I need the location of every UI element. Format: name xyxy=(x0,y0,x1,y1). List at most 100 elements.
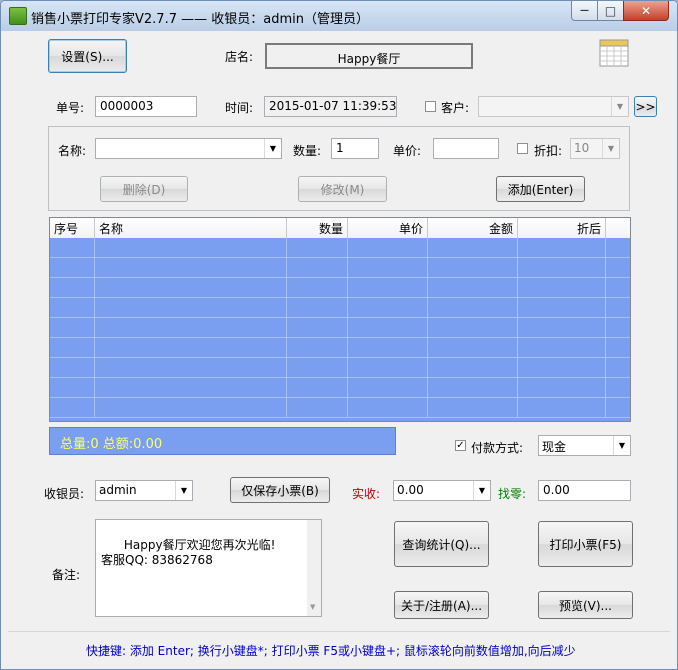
maximize-button[interactable]: □ xyxy=(597,1,624,21)
table-cell xyxy=(518,378,606,398)
table-cell xyxy=(348,378,428,398)
items-table[interactable]: 序号 名称 数量 单价 金额 折后 xyxy=(49,217,631,422)
table-cell xyxy=(348,338,428,358)
table-row[interactable] xyxy=(50,298,630,318)
table-cell xyxy=(428,238,518,258)
column-header[interactable]: 金额 xyxy=(428,218,518,238)
settings-button[interactable]: 设置(S)... xyxy=(48,39,127,73)
change-label: 找零: xyxy=(498,487,527,501)
table-row[interactable] xyxy=(50,358,630,378)
minimize-button[interactable]: — xyxy=(571,1,598,21)
shop-name-field[interactable]: Happy餐厅 xyxy=(265,43,473,69)
shortcut-hints: 快捷键: 添加 Enter; 换行小键盘*; 打印小票 F5或小键盘+; 鼠标滚… xyxy=(86,644,576,658)
add-button[interactable]: 添加(Enter) xyxy=(496,176,585,202)
query-stats-button[interactable]: 查询统计(Q)... xyxy=(394,521,489,567)
table-cell xyxy=(50,398,95,418)
payment-method-value: 现金 xyxy=(542,440,567,454)
table-cell xyxy=(518,398,606,418)
table-cell xyxy=(50,238,95,258)
client-area: 设置(S)... 店名: Happy餐厅 单号: 0000003 时间: 201… xyxy=(8,31,670,662)
chevron-down-icon: ▼ xyxy=(473,481,490,500)
table-cell xyxy=(95,258,287,278)
ticket-no-field[interactable]: 0000003 xyxy=(95,96,197,117)
about-register-button[interactable]: 关于/注册(A)... xyxy=(394,591,489,619)
title-bar[interactable]: 销售小票打印专家V2.7.7 —— 收银员：admin（管理员） — □ ✕ xyxy=(1,1,677,31)
chevron-down-icon: ▼ xyxy=(613,436,630,455)
table-cell xyxy=(95,278,287,298)
table-cell xyxy=(428,398,518,418)
change-field[interactable]: 0.00 xyxy=(538,480,631,501)
chevron-down-icon: ▼ xyxy=(264,139,281,158)
received-select[interactable]: 0.00 ▼ xyxy=(393,480,491,501)
item-name-select[interactable]: ▼ xyxy=(95,138,282,159)
time-field[interactable]: 2015-01-07 11:39:53 xyxy=(264,96,397,117)
column-header[interactable]: 折后 xyxy=(518,218,606,238)
totals-bar: 总量:0 总额:0.00 xyxy=(49,427,396,455)
preview-button[interactable]: 预览(V)... xyxy=(538,591,633,619)
table-cell xyxy=(348,238,428,258)
table-cell xyxy=(428,378,518,398)
table-cell xyxy=(95,338,287,358)
chevron-down-icon: ▼ xyxy=(611,97,628,116)
calendar-icon[interactable] xyxy=(599,37,629,67)
notes-scrollbar[interactable]: ▼ xyxy=(307,520,321,616)
table-cell xyxy=(428,338,518,358)
table-row[interactable] xyxy=(50,238,630,258)
table-cell xyxy=(348,298,428,318)
table-cell xyxy=(348,358,428,378)
column-header[interactable]: 单价 xyxy=(348,218,428,238)
table-cell xyxy=(428,298,518,318)
discount-select[interactable]: 10 ▼ xyxy=(570,138,620,159)
minimize-icon: — xyxy=(580,5,589,16)
table-cell xyxy=(287,238,348,258)
table-body[interactable] xyxy=(50,238,630,421)
customer-checkbox[interactable] xyxy=(425,101,436,112)
save-only-button[interactable]: 仅保存小票(B) xyxy=(230,477,330,503)
close-icon: ✕ xyxy=(640,3,652,18)
table-cell xyxy=(518,258,606,278)
table-cell xyxy=(348,398,428,418)
print-ticket-button[interactable]: 打印小票(F5) xyxy=(538,521,633,567)
window-title: 销售小票打印专家V2.7.7 —— 收银员：admin（管理员） xyxy=(31,12,369,27)
notes-textarea[interactable]: Happy餐厅欢迎您再次光临! 客服QQ: 83862768 ▼ xyxy=(95,519,322,617)
price-field[interactable] xyxy=(433,138,499,159)
price-label: 单价: xyxy=(393,144,422,158)
table-cell xyxy=(287,338,348,358)
column-header[interactable]: 序号 xyxy=(50,218,95,238)
notes-label: 备注: xyxy=(52,568,81,582)
customer-select[interactable]: ▼ xyxy=(478,96,629,117)
table-cell xyxy=(348,278,428,298)
table-row[interactable] xyxy=(50,258,630,278)
table-cell xyxy=(428,278,518,298)
table-cell xyxy=(50,258,95,278)
column-header[interactable]: 数量 xyxy=(287,218,348,238)
table-cell xyxy=(95,358,287,378)
ticket-no-label: 单号: xyxy=(56,101,85,115)
table-cell xyxy=(95,378,287,398)
column-header[interactable]: 名称 xyxy=(95,218,287,238)
cashier-select[interactable]: admin ▼ xyxy=(95,480,193,501)
shop-label: 店名: xyxy=(225,50,254,64)
table-row[interactable] xyxy=(50,338,630,358)
table-cell xyxy=(287,258,348,278)
close-button[interactable]: ✕ xyxy=(623,1,669,21)
table-row[interactable] xyxy=(50,398,630,418)
more-button[interactable]: >> xyxy=(634,96,657,117)
check-icon: ✓ xyxy=(456,439,465,451)
table-row[interactable] xyxy=(50,278,630,298)
app-window: 销售小票打印专家V2.7.7 —— 收银员：admin（管理员） — □ ✕ 设… xyxy=(0,0,678,670)
scroll-down-icon[interactable]: ▼ xyxy=(310,600,315,615)
table-cell xyxy=(518,238,606,258)
delete-button[interactable]: 删除(D) xyxy=(100,176,188,202)
received-value: 0.00 xyxy=(397,483,424,497)
table-row[interactable] xyxy=(50,378,630,398)
table-cell xyxy=(287,378,348,398)
discount-checkbox[interactable] xyxy=(517,143,528,154)
payment-method-select[interactable]: 现金 ▼ xyxy=(538,435,631,456)
discount-value: 10 xyxy=(574,141,590,155)
table-cell xyxy=(518,338,606,358)
table-row[interactable] xyxy=(50,318,630,338)
payment-checkbox[interactable]: ✓ xyxy=(455,440,466,451)
qty-field[interactable]: 1 xyxy=(331,138,379,159)
modify-button[interactable]: 修改(M) xyxy=(298,176,387,202)
